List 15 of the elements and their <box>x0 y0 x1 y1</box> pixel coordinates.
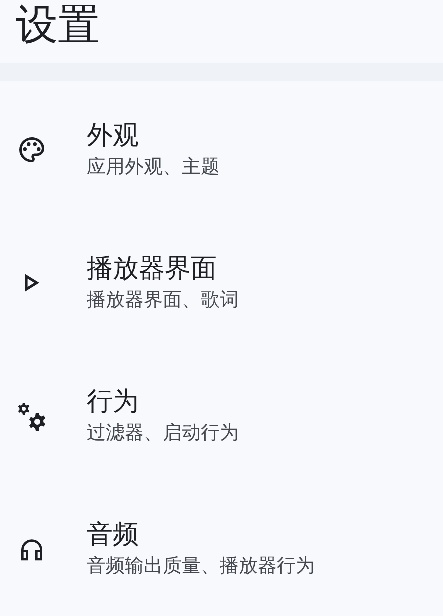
palette-icon <box>17 134 47 164</box>
settings-item[interactable]: 外观 应用外观、主题 <box>0 83 443 216</box>
page-title: 设置 <box>15 0 101 50</box>
item-subtitle: 播放器界面、歌词 <box>87 288 239 312</box>
item-subtitle: 应用外观、主题 <box>87 154 220 180</box>
item-title: 外观 <box>87 120 140 152</box>
settings-item[interactable]: 行为 过滤器、启动行为 <box>0 349 443 482</box>
item-title: 音频 <box>87 518 140 552</box>
item-subtitle: 音频输出质量、播放器行为 <box>87 554 315 578</box>
settings-item[interactable]: 播放器界面 播放器界面、歌词 <box>0 216 443 349</box>
play-icon <box>24 274 40 292</box>
item-subtitle: 过滤器、启动行为 <box>87 420 239 446</box>
settings-item[interactable]: 音频 音频输出质量、播放器行为 <box>0 482 443 615</box>
item-title: 播放器界面 <box>87 252 218 286</box>
item-title: 行为 <box>87 386 140 418</box>
